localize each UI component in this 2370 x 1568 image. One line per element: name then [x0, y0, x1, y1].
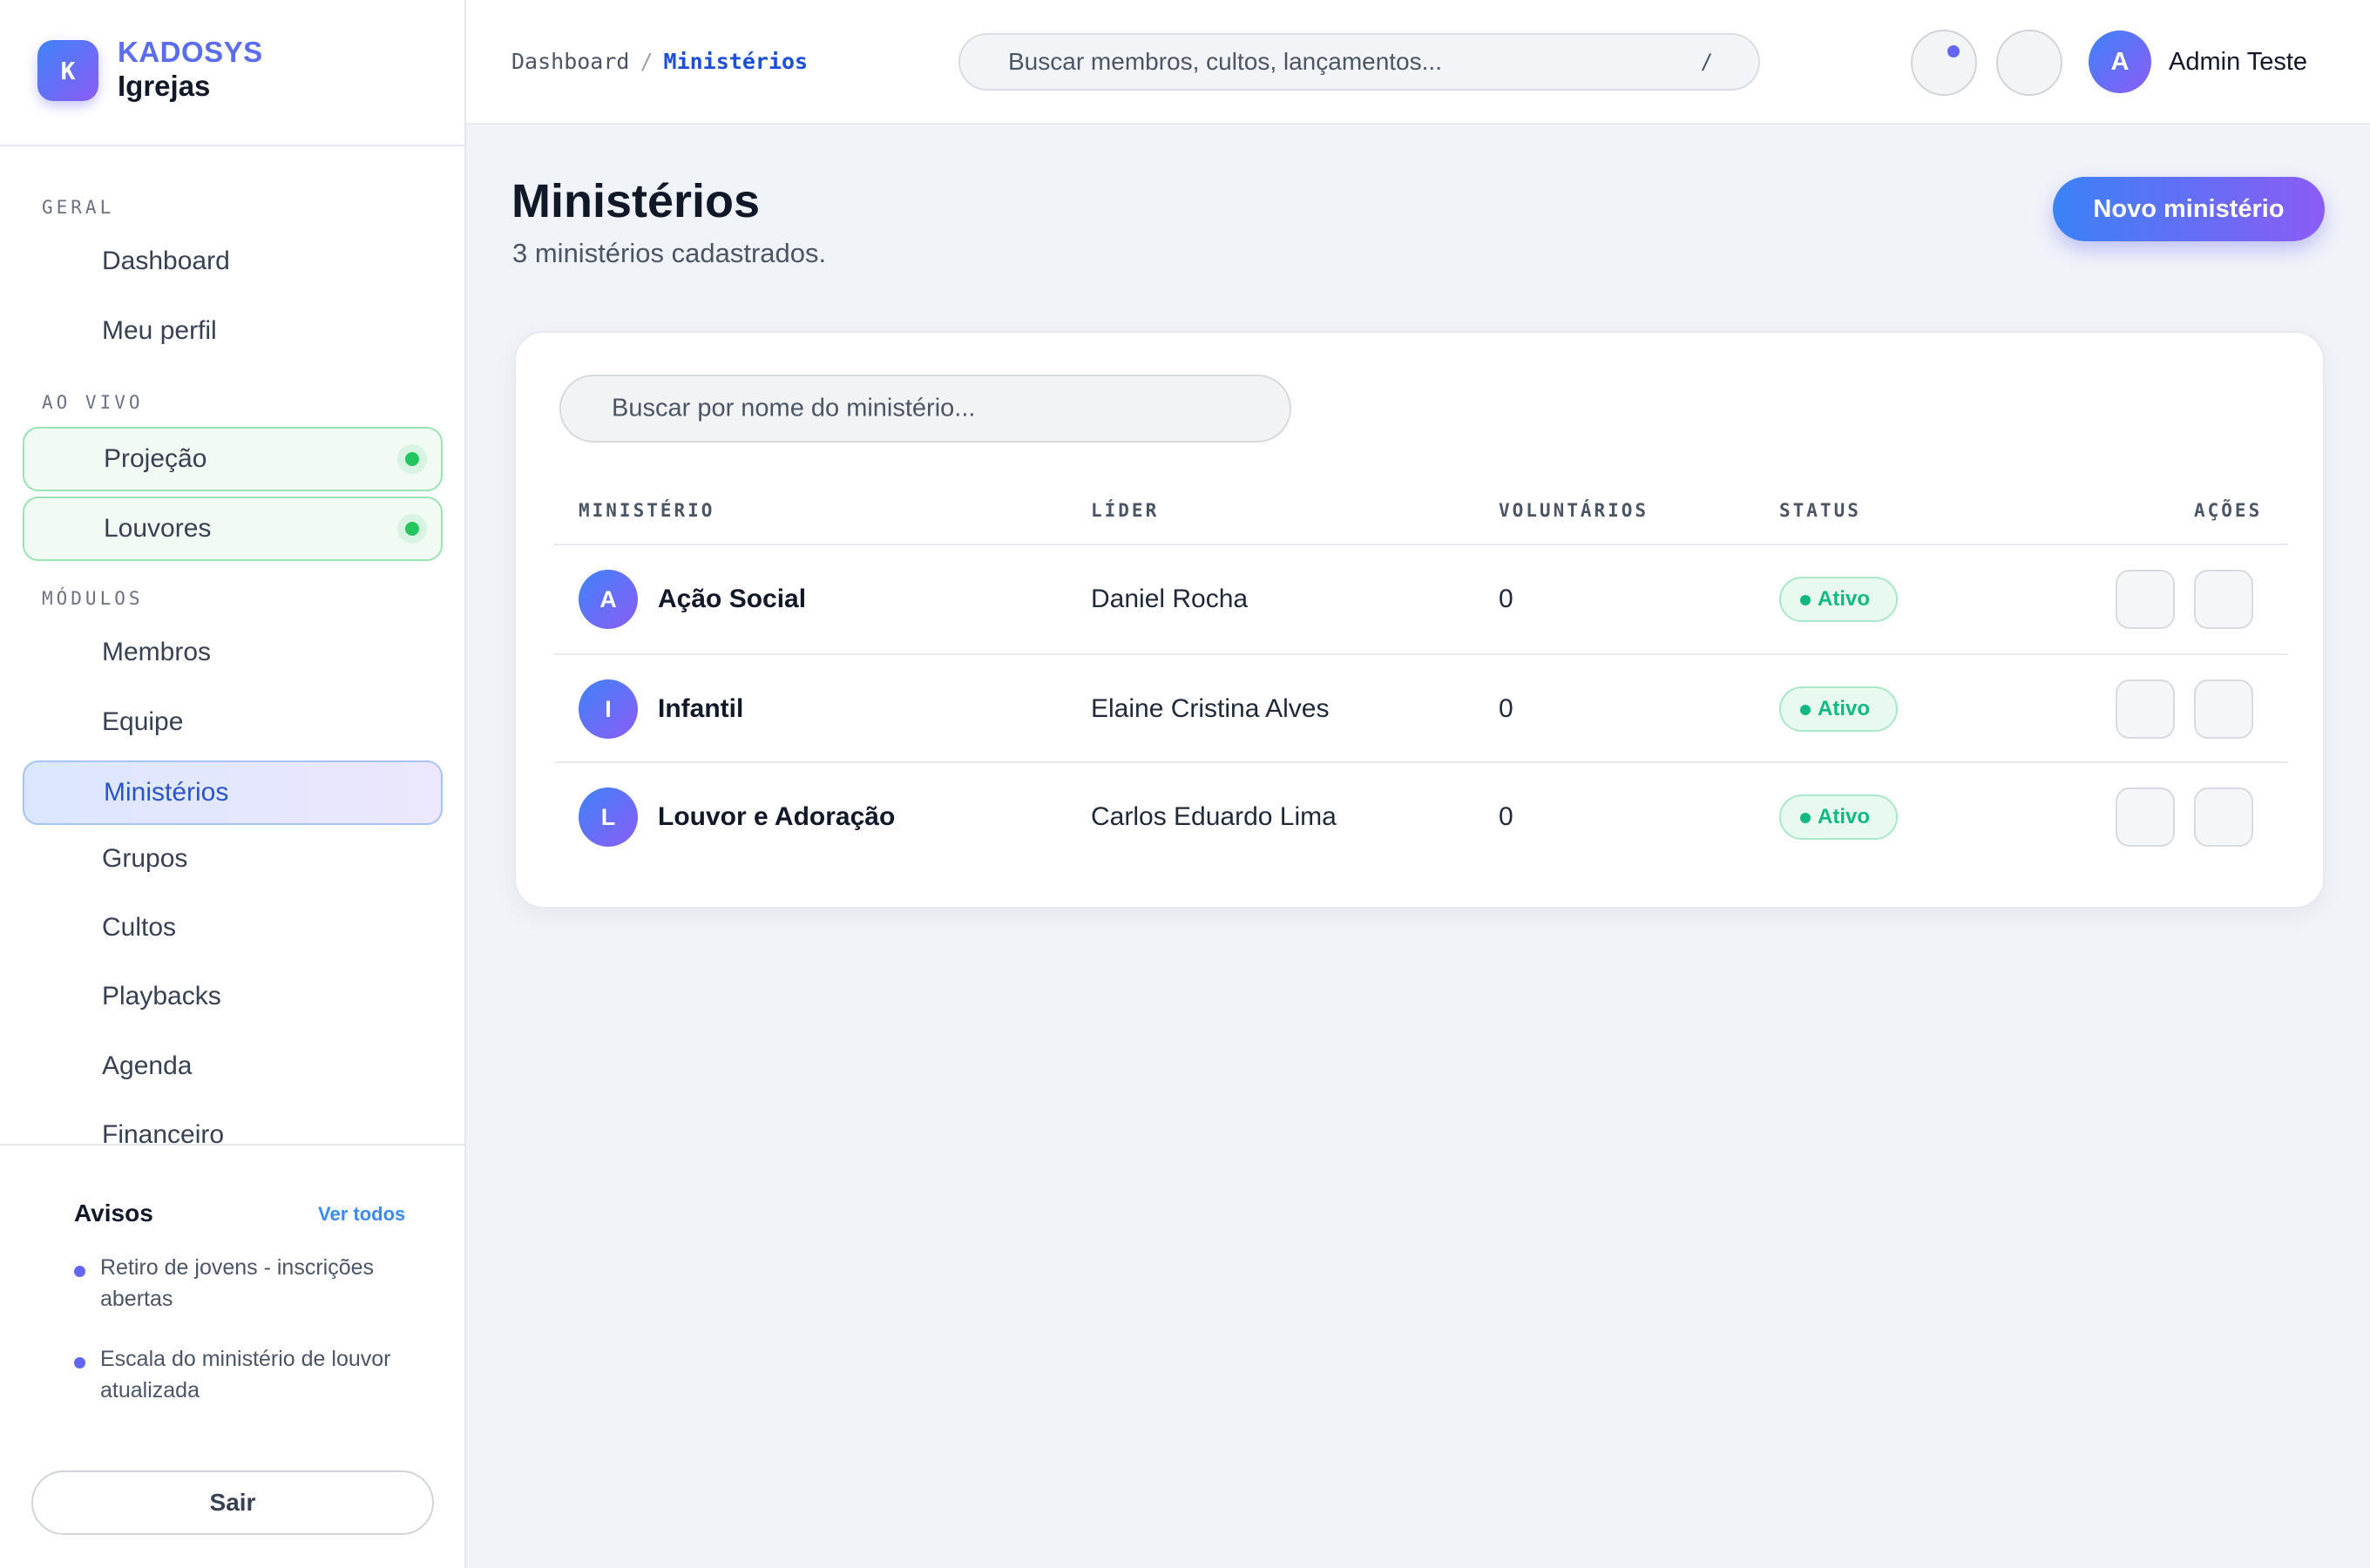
aviso-text: Escala do ministério de louvor atualizad…: [100, 1347, 391, 1402]
search-placeholder: Buscar por nome do ministério...: [612, 394, 976, 422]
edit-button[interactable]: [2116, 679, 2175, 739]
sidebar-item-grupos[interactable]: Grupos: [23, 827, 443, 891]
ministry-leader: Daniel Rocha: [1091, 585, 1249, 613]
sidebar-item-projecao[interactable]: Projeção: [23, 427, 443, 491]
page-subtitle: 3 ministérios cadastrados.: [512, 238, 827, 268]
section-label-geral: GERAL: [42, 197, 115, 218]
edit-button[interactable]: [2116, 570, 2175, 629]
sidebar-item-louvores[interactable]: Louvores: [23, 497, 443, 561]
column-header-voluntarios: VOLUNTÁRIOS: [1499, 500, 1649, 521]
avisos-title: Avisos: [74, 1200, 153, 1227]
sidebar-item-label: Playbacks: [102, 982, 221, 1010]
ministry-avatar: I: [579, 679, 638, 739]
sidebar-item-label: Equipe: [102, 707, 184, 736]
sidebar-item-financeiro[interactable]: Financeiro: [23, 1103, 443, 1144]
global-search-input[interactable]: Buscar membros, cultos, lançamentos... /: [958, 33, 1760, 91]
table-row[interactable]: L Louvor e Adoração Carlos Eduardo Lima …: [554, 763, 2288, 871]
section-label-ao-vivo: AO VIVO: [42, 392, 144, 413]
column-header-lider: LÍDER: [1091, 500, 1160, 521]
ministry-volunteers: 0: [1499, 802, 1513, 831]
sidebar-item-meu-perfil[interactable]: Meu perfil: [23, 299, 443, 363]
ministry-volunteers: 0: [1499, 585, 1513, 613]
ver-todos-link[interactable]: Ver todos: [318, 1203, 405, 1226]
page-title: Ministérios: [511, 175, 761, 227]
ministry-name: Ação Social: [658, 585, 807, 613]
ministry-leader: Elaine Cristina Alves: [1091, 694, 1330, 723]
sidebar-item-label: Meu perfil: [102, 316, 217, 345]
sidebar-item-cultos[interactable]: Cultos: [23, 896, 443, 960]
status-dot-icon: [1800, 705, 1811, 715]
status-dot-icon: [1800, 813, 1811, 823]
breadcrumb-current: Ministérios: [663, 49, 809, 74]
column-header-status: STATUS: [1779, 500, 1861, 521]
sidebar-item-label: Grupos: [102, 844, 188, 873]
breadcrumb-separator: /: [640, 49, 653, 74]
status-badge: Ativo: [1779, 577, 1898, 622]
logout-button[interactable]: Sair: [31, 1470, 434, 1535]
sidebar-item-agenda[interactable]: Agenda: [23, 1034, 443, 1098]
live-indicator-icon: [397, 514, 427, 544]
ministries-card: Buscar por nome do ministério... MINISTÉ…: [514, 331, 2325, 909]
topbar: Dashboard / Ministérios Buscar membros, cu…: [466, 0, 2370, 125]
column-header-acoes: AÇÕES: [2194, 500, 2263, 521]
breadcrumb: Dashboard / Ministérios: [511, 49, 808, 74]
status-badge: Ativo: [1779, 686, 1898, 732]
avatar[interactable]: A: [2089, 30, 2151, 93]
ministry-volunteers: 0: [1499, 694, 1513, 723]
ministry-search-input[interactable]: Buscar por nome do ministério...: [559, 375, 1291, 443]
sidebar-nav: GERAL Dashboard Meu perfil AO VIVO Proje…: [0, 146, 464, 1144]
ministry-name: Infantil: [658, 694, 744, 723]
delete-button[interactable]: [2194, 787, 2253, 847]
new-ministry-button[interactable]: Novo ministério: [2053, 177, 2325, 241]
live-indicator-icon: [397, 444, 427, 474]
sidebar-item-label: Financeiro: [102, 1120, 225, 1144]
sidebar-item-label: Projeção: [104, 444, 207, 473]
sidebar-item-equipe[interactable]: Equipe: [23, 690, 443, 754]
sidebar-item-label: Membros: [102, 638, 212, 666]
status-text: Ativo: [1818, 697, 1870, 720]
sidebar-item-dashboard[interactable]: Dashboard: [23, 229, 443, 294]
brand-name: KADOSYS: [118, 36, 263, 68]
user-name[interactable]: Admin Teste: [2169, 48, 2307, 77]
table-row[interactable]: A Ação Social Daniel Rocha 0 Ativo: [554, 545, 2288, 653]
aviso-text: Retiro de jovens - inscrições abertas: [100, 1255, 375, 1311]
sidebar-item-playbacks[interactable]: Playbacks: [23, 964, 443, 1029]
ministry-name: Louvor e Adoração: [658, 802, 896, 831]
sidebar-item-label: Dashboard: [102, 247, 230, 275]
edit-button[interactable]: [2116, 787, 2175, 847]
sidebar-item-label: Ministérios: [104, 778, 229, 807]
brand-header: K KADOSYS Igrejas: [0, 0, 464, 146]
avisos-panel: Avisos Ver todos Retiro de jovens - insc…: [0, 1144, 464, 1568]
ministry-avatar: L: [579, 787, 638, 847]
status-text: Ativo: [1818, 587, 1870, 611]
sidebar-item-label: Louvores: [104, 514, 212, 543]
brand-subtitle: Igrejas: [118, 70, 211, 102]
breadcrumb-root[interactable]: Dashboard: [511, 49, 629, 74]
bullet-icon: [74, 1266, 85, 1277]
brand-logo[interactable]: K: [37, 40, 98, 101]
notifications-button[interactable]: [1911, 30, 1977, 96]
sidebar-item-ministerios[interactable]: Ministérios: [23, 760, 443, 825]
status-badge: Ativo: [1779, 794, 1898, 840]
bullet-icon: [74, 1357, 85, 1369]
ministry-avatar: A: [579, 570, 638, 629]
search-placeholder: Buscar membros, cultos, lançamentos...: [1008, 48, 1442, 75]
ministry-leader: Carlos Eduardo Lima: [1091, 802, 1337, 831]
status-dot-icon: [1800, 595, 1811, 605]
column-header-ministerio: MINISTÉRIO: [579, 500, 715, 521]
search-shortcut-hint: /: [1700, 50, 1713, 74]
theme-toggle-button[interactable]: [1996, 30, 2062, 96]
table-row[interactable]: I Infantil Elaine Cristina Alves 0 Ativo: [554, 655, 2288, 763]
status-text: Ativo: [1818, 805, 1870, 828]
sidebar-item-membros[interactable]: Membros: [23, 620, 443, 685]
sidebar-item-label: Agenda: [102, 1051, 193, 1080]
sidebar-item-label: Cultos: [102, 913, 177, 942]
delete-button[interactable]: [2194, 570, 2253, 629]
notification-badge-icon: [1947, 45, 1960, 57]
section-label-modulos: MÓDULOS: [42, 588, 144, 609]
sidebar: K KADOSYS Igrejas GERAL Dashboard Meu pe…: [0, 0, 466, 1568]
delete-button[interactable]: [2194, 679, 2253, 739]
